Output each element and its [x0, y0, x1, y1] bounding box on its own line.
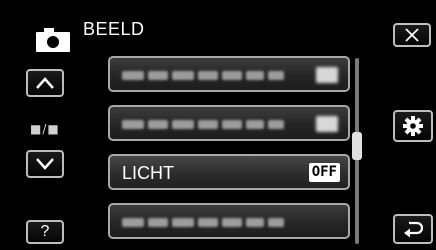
help-button[interactable]: ?	[26, 220, 64, 244]
menu-item-label: LICHT	[122, 163, 175, 183]
blurred-label	[122, 218, 284, 227]
scroll-down-button[interactable]	[26, 150, 64, 178]
chevron-up-icon	[36, 77, 54, 89]
blurred-value	[316, 67, 338, 83]
return-icon	[404, 221, 424, 238]
close-icon	[405, 28, 419, 42]
menu-item[interactable]	[108, 105, 350, 141]
scrollbar-thumb[interactable]	[352, 132, 362, 160]
chevron-down-icon	[36, 158, 54, 170]
mode-indicator: ■/■	[30, 122, 60, 136]
blurred-label	[122, 120, 284, 129]
menu-item[interactable]	[108, 56, 350, 92]
menu-item[interactable]	[108, 203, 350, 239]
scroll-up-button[interactable]	[26, 69, 64, 97]
close-button[interactable]	[393, 23, 431, 47]
off-badge: OFF	[308, 163, 340, 182]
gear-icon	[403, 116, 423, 136]
page-title: BEELD	[83, 19, 145, 39]
settings-button[interactable]	[393, 110, 433, 142]
blurred-label	[122, 71, 284, 80]
blurred-value	[316, 116, 338, 132]
camera-icon	[36, 28, 70, 52]
help-label: ?	[40, 223, 50, 240]
back-button[interactable]	[393, 214, 433, 244]
menu-item-licht[interactable]: LICHT OFF	[108, 154, 350, 190]
